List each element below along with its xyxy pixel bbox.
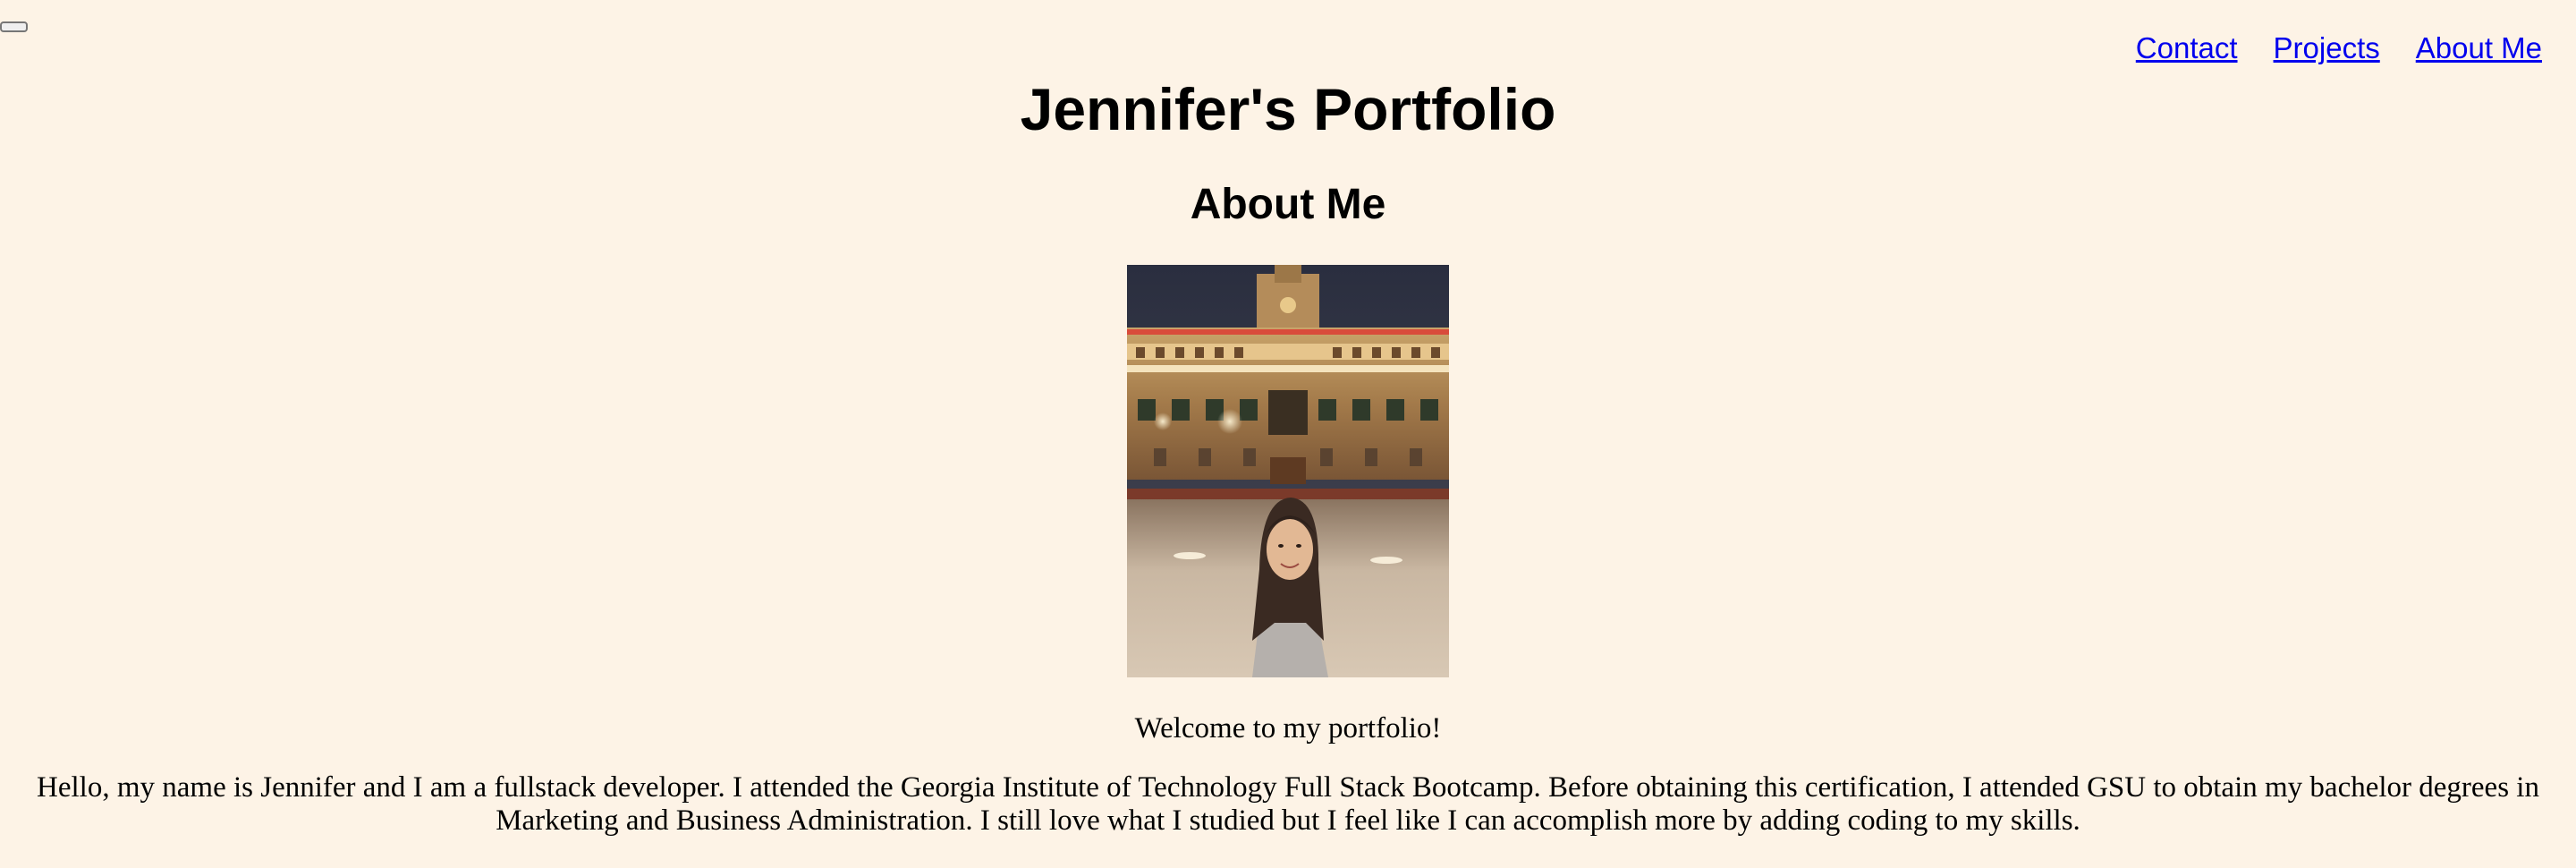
nav-link-contact[interactable]: Contact [2136,30,2238,66]
welcome-text: Welcome to my portfolio! [1134,712,1442,745]
profile-photo [1127,265,1449,677]
top-nav: Contact Projects About Me [2136,30,2542,66]
site-title: Jennifer's Portfolio [1020,76,1556,142]
section-title: About Me [1190,181,1386,228]
bio-paragraph: Hello, my name is Jennifer and I am a fu… [37,771,2539,837]
toggle-button[interactable] [0,21,28,32]
profile-photo-image [1127,265,1449,677]
nav-link-projects[interactable]: Projects [2274,30,2380,66]
nav-link-about-me[interactable]: About Me [2416,30,2542,66]
